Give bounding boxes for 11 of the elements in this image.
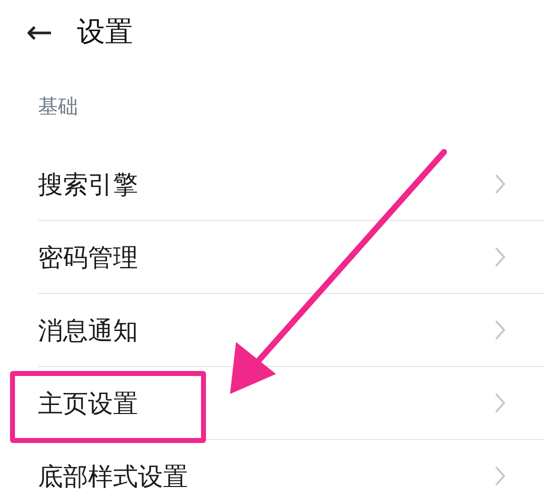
settings-item[interactable]: 搜索引擎	[38, 148, 544, 221]
chevron-icon	[494, 465, 506, 487]
chevron-icon	[494, 319, 506, 341]
chevron-icon	[494, 246, 506, 268]
settings-item[interactable]: 底部样式设置	[38, 440, 544, 500]
page-title: 设置	[76, 14, 133, 50]
chevron-icon	[494, 173, 506, 195]
chevron-icon	[494, 392, 506, 414]
section-label: 基础	[38, 92, 78, 120]
settings-item[interactable]: 密码管理	[38, 221, 544, 294]
back-button[interactable]: ←	[26, 16, 53, 48]
